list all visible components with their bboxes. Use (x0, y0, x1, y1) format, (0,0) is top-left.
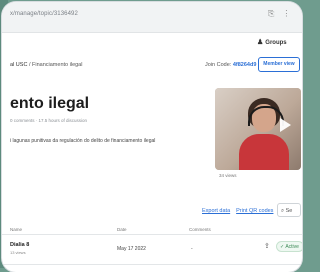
browser-icons: ⎘ ⋮ (268, 9, 298, 19)
row-comments: - (191, 246, 193, 252)
breadcrumb-topic: Financiamento ilegal (32, 62, 83, 68)
table-divider (2, 234, 302, 235)
extension-icon[interactable]: ⎘ (268, 9, 274, 18)
search-label: Se (285, 208, 293, 214)
topic-meta: 0 comments · 17.5 hours of discussion (10, 118, 88, 123)
row-views: 13 views (10, 250, 26, 255)
status-badge[interactable]: ✓ Active (276, 241, 302, 252)
video-views: 34 views (219, 173, 237, 178)
menu-icon[interactable]: ⋮ (282, 9, 290, 18)
groups-link[interactable]: ♟ Groups (257, 38, 287, 46)
people-icon: ♟ (257, 39, 264, 46)
page-title: ento ilegal (10, 95, 90, 112)
video-person-shirt (239, 134, 289, 170)
breadcrumb: al USC / Financiamento ilegal (10, 62, 82, 68)
app-window: x/manage/topic/3136492 ⎘ ⋮ ♟ Groups al USC… (2, 2, 302, 272)
topic-description: i lagunas punitivas da regulación do del… (10, 138, 156, 144)
join-code-label: Join Code: (205, 62, 232, 68)
join-code-value: 4f8264d9 (232, 62, 257, 68)
column-header-comments[interactable]: Comments (189, 227, 211, 232)
browser-url-bar[interactable]: x/manage/topic/3136492 ⎘ ⋮ (2, 2, 302, 33)
share-icon[interactable]: ⇪ (264, 242, 270, 250)
breadcrumb-group[interactable]: al USC (10, 62, 27, 68)
groups-label: Groups (265, 40, 287, 46)
join-code: Join Code: 4f8264d9 (205, 62, 256, 68)
row-divider (2, 264, 302, 265)
row-date: May 17 2022 (117, 246, 146, 252)
video-thumbnail[interactable] (215, 88, 301, 170)
print-qr-codes-link[interactable]: Print QR codes (236, 208, 273, 214)
search-icon: ⌕ (281, 208, 285, 214)
check-icon: ✓ (280, 244, 285, 250)
play-icon[interactable] (280, 118, 291, 132)
action-links: Export data Print QR codes (202, 208, 279, 214)
column-header-date[interactable]: Date (117, 227, 127, 232)
url-text[interactable]: x/manage/topic/3136492 (10, 11, 78, 17)
search-button[interactable]: ⌕ Se (277, 203, 301, 217)
export-data-link[interactable]: Export data (202, 208, 230, 214)
member-view-button[interactable]: Member view (258, 57, 300, 72)
breadcrumb-separator: / (28, 62, 31, 68)
status-label: Active (285, 244, 299, 250)
row-name[interactable]: Dialia 8 (10, 242, 29, 248)
column-header-name[interactable]: Name (10, 227, 22, 232)
